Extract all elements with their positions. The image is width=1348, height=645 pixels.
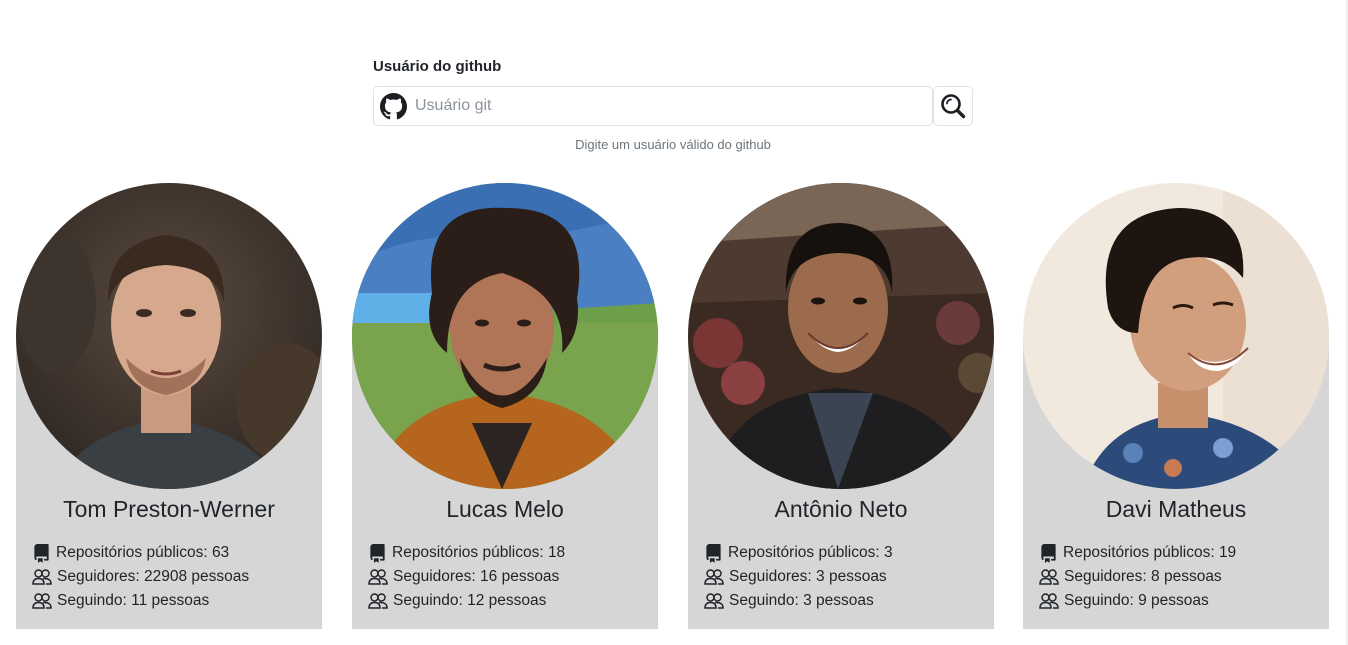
- search-row: [373, 86, 973, 126]
- stat-repos-text: Repositórios públicos: 3: [728, 544, 893, 561]
- stat-following: Seguindo: 11 pessoas: [32, 589, 249, 613]
- stat-followers-text: Seguidores: 16 pessoas: [393, 568, 560, 585]
- people-icon: [368, 592, 388, 609]
- avatar: [16, 183, 322, 489]
- stat-following-text: Seguindo: 12 pessoas: [393, 592, 547, 609]
- user-name: Tom Preston-Werner: [63, 496, 275, 522]
- user-stats: Repositórios públicos: 18 Seguidores: 16…: [368, 541, 565, 613]
- stat-following: Seguindo: 3 pessoas: [704, 589, 893, 613]
- repo-icon: [34, 543, 49, 563]
- people-icon: [704, 592, 724, 609]
- user-stats: Repositórios públicos: 3 Seguidores: 3 p…: [704, 541, 893, 613]
- stat-following: Seguindo: 12 pessoas: [368, 589, 565, 613]
- search-input-wrapper[interactable]: [373, 86, 933, 126]
- people-icon: [704, 568, 724, 585]
- people-icon: [1039, 592, 1059, 609]
- page: Usuário do github Digite um usuário váli…: [0, 0, 1348, 645]
- stat-followers: Seguidores: 8 pessoas: [1039, 565, 1236, 589]
- stat-following-text: Seguindo: 9 pessoas: [1064, 592, 1209, 609]
- stat-repos: Repositórios públicos: 3: [704, 541, 893, 565]
- user-card[interactable]: Tom Preston-Werner Repositórios públicos…: [16, 183, 322, 629]
- avatar: [688, 183, 994, 489]
- stat-repos: Repositórios públicos: 19: [1039, 541, 1236, 565]
- github-icon: [380, 92, 407, 119]
- stat-followers-text: Seguidores: 22908 pessoas: [57, 568, 250, 585]
- user-card[interactable]: Lucas Melo Repositórios públicos: 18 Seg…: [352, 183, 658, 629]
- user-name: Davi Matheus: [1105, 496, 1247, 522]
- stat-following-text: Seguindo: 3 pessoas: [729, 592, 874, 609]
- search-label: Usuário do github: [373, 58, 502, 75]
- search-section: Usuário do github Digite um usuário váli…: [373, 57, 973, 152]
- stat-followers-text: Seguidores: 8 pessoas: [1064, 568, 1222, 585]
- people-icon: [32, 568, 52, 585]
- user-cards: Tom Preston-Werner Repositórios públicos…: [0, 183, 1348, 629]
- stat-repos: Repositórios públicos: 18: [368, 541, 565, 565]
- repo-icon: [370, 543, 385, 563]
- stat-followers: Seguidores: 22908 pessoas: [32, 565, 249, 589]
- stat-followers-text: Seguidores: 3 pessoas: [729, 568, 887, 585]
- stat-following-text: Seguindo: 11 pessoas: [57, 592, 210, 609]
- stat-followers: Seguidores: 16 pessoas: [368, 565, 565, 589]
- repo-icon: [1041, 543, 1056, 563]
- stat-following: Seguindo: 9 pessoas: [1039, 589, 1236, 613]
- search-hint: Digite um usuário válido do github: [575, 137, 771, 152]
- search-icon: [941, 94, 966, 119]
- user-card[interactable]: Davi Matheus Repositórios públicos: 19 S…: [1023, 183, 1329, 629]
- avatar: [352, 183, 658, 489]
- repo-icon: [706, 543, 721, 563]
- user-stats: Repositórios públicos: 19 Seguidores: 8 …: [1039, 541, 1236, 613]
- stat-repos-text: Repositórios públicos: 63: [56, 544, 230, 561]
- stat-followers: Seguidores: 3 pessoas: [704, 565, 893, 589]
- people-icon: [1039, 568, 1059, 585]
- user-name: Lucas Melo: [446, 496, 564, 522]
- search-button[interactable]: [933, 86, 973, 126]
- user-card[interactable]: Antônio Neto Repositórios públicos: 3 Se…: [688, 183, 994, 629]
- stat-repos-text: Repositórios públicos: 18: [392, 544, 566, 561]
- stat-repos-text: Repositórios públicos: 19: [1063, 544, 1237, 561]
- people-icon: [32, 592, 52, 609]
- avatar: [1023, 183, 1329, 489]
- user-name: Antônio Neto: [774, 496, 908, 522]
- user-stats: Repositórios públicos: 63 Seguidores: 22…: [32, 541, 249, 613]
- search-input[interactable]: [415, 97, 915, 115]
- people-icon: [368, 568, 388, 585]
- stat-repos: Repositórios públicos: 63: [32, 541, 249, 565]
